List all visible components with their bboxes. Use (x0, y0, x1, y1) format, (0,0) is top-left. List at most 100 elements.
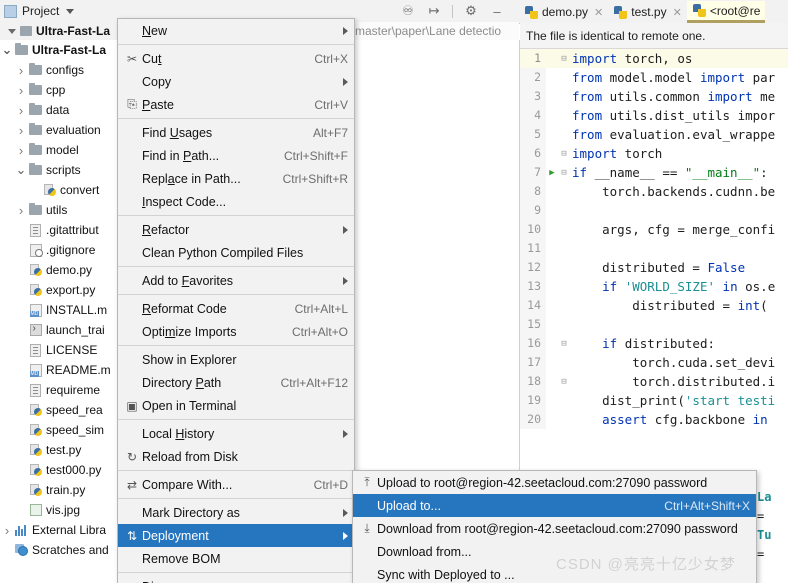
tree-item[interactable]: train.py (0, 480, 131, 500)
tree-item[interactable]: vis.jpg (0, 500, 131, 520)
tree-item[interactable]: speed_sim (0, 420, 131, 440)
chevron-right-icon[interactable]: › (14, 203, 28, 218)
tree-item[interactable]: LICENSE (0, 340, 131, 360)
context-menu-item[interactable]: New (118, 19, 354, 42)
line-number: 9 (520, 201, 546, 220)
context-menu-item[interactable]: ▣ Open in Terminal (118, 394, 354, 417)
deployment-submenu-item[interactable]: Upload to... Ctrl+Alt+Shift+X (353, 494, 756, 517)
tree-item[interactable]: › data (0, 100, 131, 120)
fold-minus-icon[interactable]: ⊟ (558, 54, 570, 64)
deployment-submenu-item[interactable]: ⤒ Upload to root@region-42.seetacloud.com… (353, 471, 756, 494)
tree-item[interactable]: export.py (0, 280, 131, 300)
chevron-right-icon[interactable]: › (14, 123, 28, 138)
tree-item[interactable]: test.py (0, 440, 131, 460)
fold-minus-icon[interactable]: ⊟ (558, 149, 570, 159)
fold-minus-icon[interactable]: ⊟ (558, 339, 570, 349)
tree-item[interactable]: Scratches and (0, 540, 131, 560)
tree-item[interactable]: INSTALL.m (0, 300, 131, 320)
code-text: torch.backends.cudnn.be (572, 184, 776, 199)
context-menu-item[interactable]: Mark Directory as (118, 501, 354, 524)
menu-item-label: Add to Favorites (142, 273, 234, 288)
context-menu-item[interactable]: Find in Path... Ctrl+Shift+F (118, 144, 354, 167)
tree-item[interactable]: .gitattribut (0, 220, 131, 240)
fold-minus-icon[interactable]: ⊟ (558, 377, 570, 387)
tree-item[interactable]: .gitignore (0, 240, 131, 260)
collapse-all-icon[interactable]: ↦ (426, 3, 442, 19)
context-menu-item[interactable]: Add to Favorites (118, 269, 354, 292)
code-line: 6 ⊟ import torch (520, 144, 788, 163)
tree-item-label: train.py (46, 483, 86, 497)
context-menu-item[interactable]: Refactor (118, 218, 354, 241)
tree-item[interactable]: › model (0, 140, 131, 160)
deployment-submenu-item[interactable]: ⤓ Download from root@region-42.seetacloud… (353, 517, 756, 540)
context-menu-item[interactable]: Directory Path Ctrl+Alt+F12 (118, 371, 354, 394)
code-text: if __name__ == "__main__": (572, 165, 768, 180)
context-menu-item[interactable]: ⎘ Paste Ctrl+V (118, 93, 354, 116)
code-line: 7 ▶ ⊟ if __name__ == "__main__": (520, 163, 788, 182)
context-menu-item[interactable]: Copy (118, 70, 354, 93)
chevron-down-icon[interactable]: ⌄ (14, 163, 28, 176)
code-text: args, cfg = merge_confi (572, 222, 776, 237)
context-menu-item[interactable]: ↻ Reload from Disk (118, 445, 354, 468)
context-menu-item[interactable]: Reformat Code Ctrl+Alt+L (118, 297, 354, 320)
tree-item[interactable]: › cpp (0, 80, 131, 100)
minimize-icon[interactable]: – (489, 3, 505, 19)
context-menu-item[interactable]: ⇅ Deployment (118, 524, 354, 547)
tree-item[interactable]: speed_rea (0, 400, 131, 420)
gear-icon[interactable]: ⚙ (463, 3, 479, 19)
tree-item[interactable]: › configs (0, 60, 131, 80)
chevron-right-icon[interactable]: › (14, 83, 28, 98)
run-gutter-icon[interactable]: ▶ (546, 168, 558, 178)
context-menu-item[interactable]: Find Usages Alt+F7 (118, 121, 354, 144)
context-menu-item[interactable]: Local History (118, 422, 354, 445)
bug-icon[interactable]: ♾ (400, 3, 416, 19)
tree-item[interactable]: test000.py (0, 460, 131, 480)
tree-item-label: utils (46, 203, 68, 217)
project-tool-window-tab[interactable]: Project (4, 2, 75, 20)
tree-item[interactable]: ⌄ Ultra-Fast-La (0, 40, 131, 60)
chevron-down-icon[interactable] (66, 8, 75, 14)
context-menu-item[interactable]: ↕Diagrams (118, 575, 354, 583)
breadcrumb-project[interactable]: Ultra-Fast-La (8, 24, 110, 38)
python-file-icon (614, 5, 628, 19)
tree-item-label: demo.py (46, 263, 93, 277)
editor-tab-0[interactable]: demo.py ✕ (519, 1, 608, 23)
editor-tab-1[interactable]: test.py ✕ (608, 1, 687, 23)
close-icon[interactable]: ✕ (673, 6, 682, 19)
menu-item-shortcut: Ctrl+Alt+F12 (280, 375, 348, 390)
project-tree[interactable]: ⌄ Ultra-Fast-La › configs › cpp › data › evaluati… (0, 40, 131, 583)
fold-minus-icon[interactable]: ⊟ (558, 168, 570, 178)
tree-item[interactable]: demo.py (0, 260, 131, 280)
tree-item[interactable]: launch_trai (0, 320, 131, 340)
editor-tab-2[interactable]: <root@re (686, 1, 766, 23)
menu-separator (118, 266, 354, 267)
context-menu[interactable]: New ✂ Cut Ctrl+X Copy ⎘ Paste Ctrl+V Find Usages… (117, 18, 355, 583)
tree-item[interactable]: convert (0, 180, 131, 200)
context-menu-item[interactable]: ⇄ Compare With... Ctrl+D (118, 473, 354, 496)
context-menu-item[interactable]: Inspect Code... (118, 190, 354, 213)
chevron-right-icon[interactable]: › (14, 143, 28, 158)
context-menu-item[interactable]: Optimize Imports Ctrl+Alt+O (118, 320, 354, 343)
upload-icon: ⤒ (364, 475, 370, 489)
chevron-down-icon[interactable]: ⌄ (0, 43, 14, 56)
code-text: from utils.dist_utils impor (572, 108, 776, 123)
chevron-right-icon[interactable]: › (14, 63, 28, 78)
tree-item[interactable]: › evaluation (0, 120, 131, 140)
context-menu-item[interactable]: Show in Explorer (118, 348, 354, 371)
context-menu-item[interactable]: Replace in Path... Ctrl+Shift+R (118, 167, 354, 190)
tree-item[interactable]: README.m (0, 360, 131, 380)
context-menu-item[interactable]: Remove BOM (118, 547, 354, 570)
tree-item[interactable]: › utils (0, 200, 131, 220)
chevron-right-icon[interactable]: › (14, 103, 28, 118)
tree-item[interactable]: ⌄ scripts (0, 160, 131, 180)
tree-item[interactable]: requireme (0, 380, 131, 400)
tree-item-label: vis.jpg (46, 503, 81, 517)
code-line: 14 distributed = int( (520, 296, 788, 315)
chevron-right-icon[interactable]: › (0, 523, 14, 538)
menu-item-label: Local History (142, 426, 215, 441)
tree-item[interactable]: › External Libra (0, 520, 131, 540)
context-menu-item[interactable]: Clean Python Compiled Files (118, 241, 354, 264)
context-menu-item[interactable]: ✂ Cut Ctrl+X (118, 47, 354, 70)
close-icon[interactable]: ✕ (594, 6, 603, 19)
folder-icon (20, 26, 32, 36)
